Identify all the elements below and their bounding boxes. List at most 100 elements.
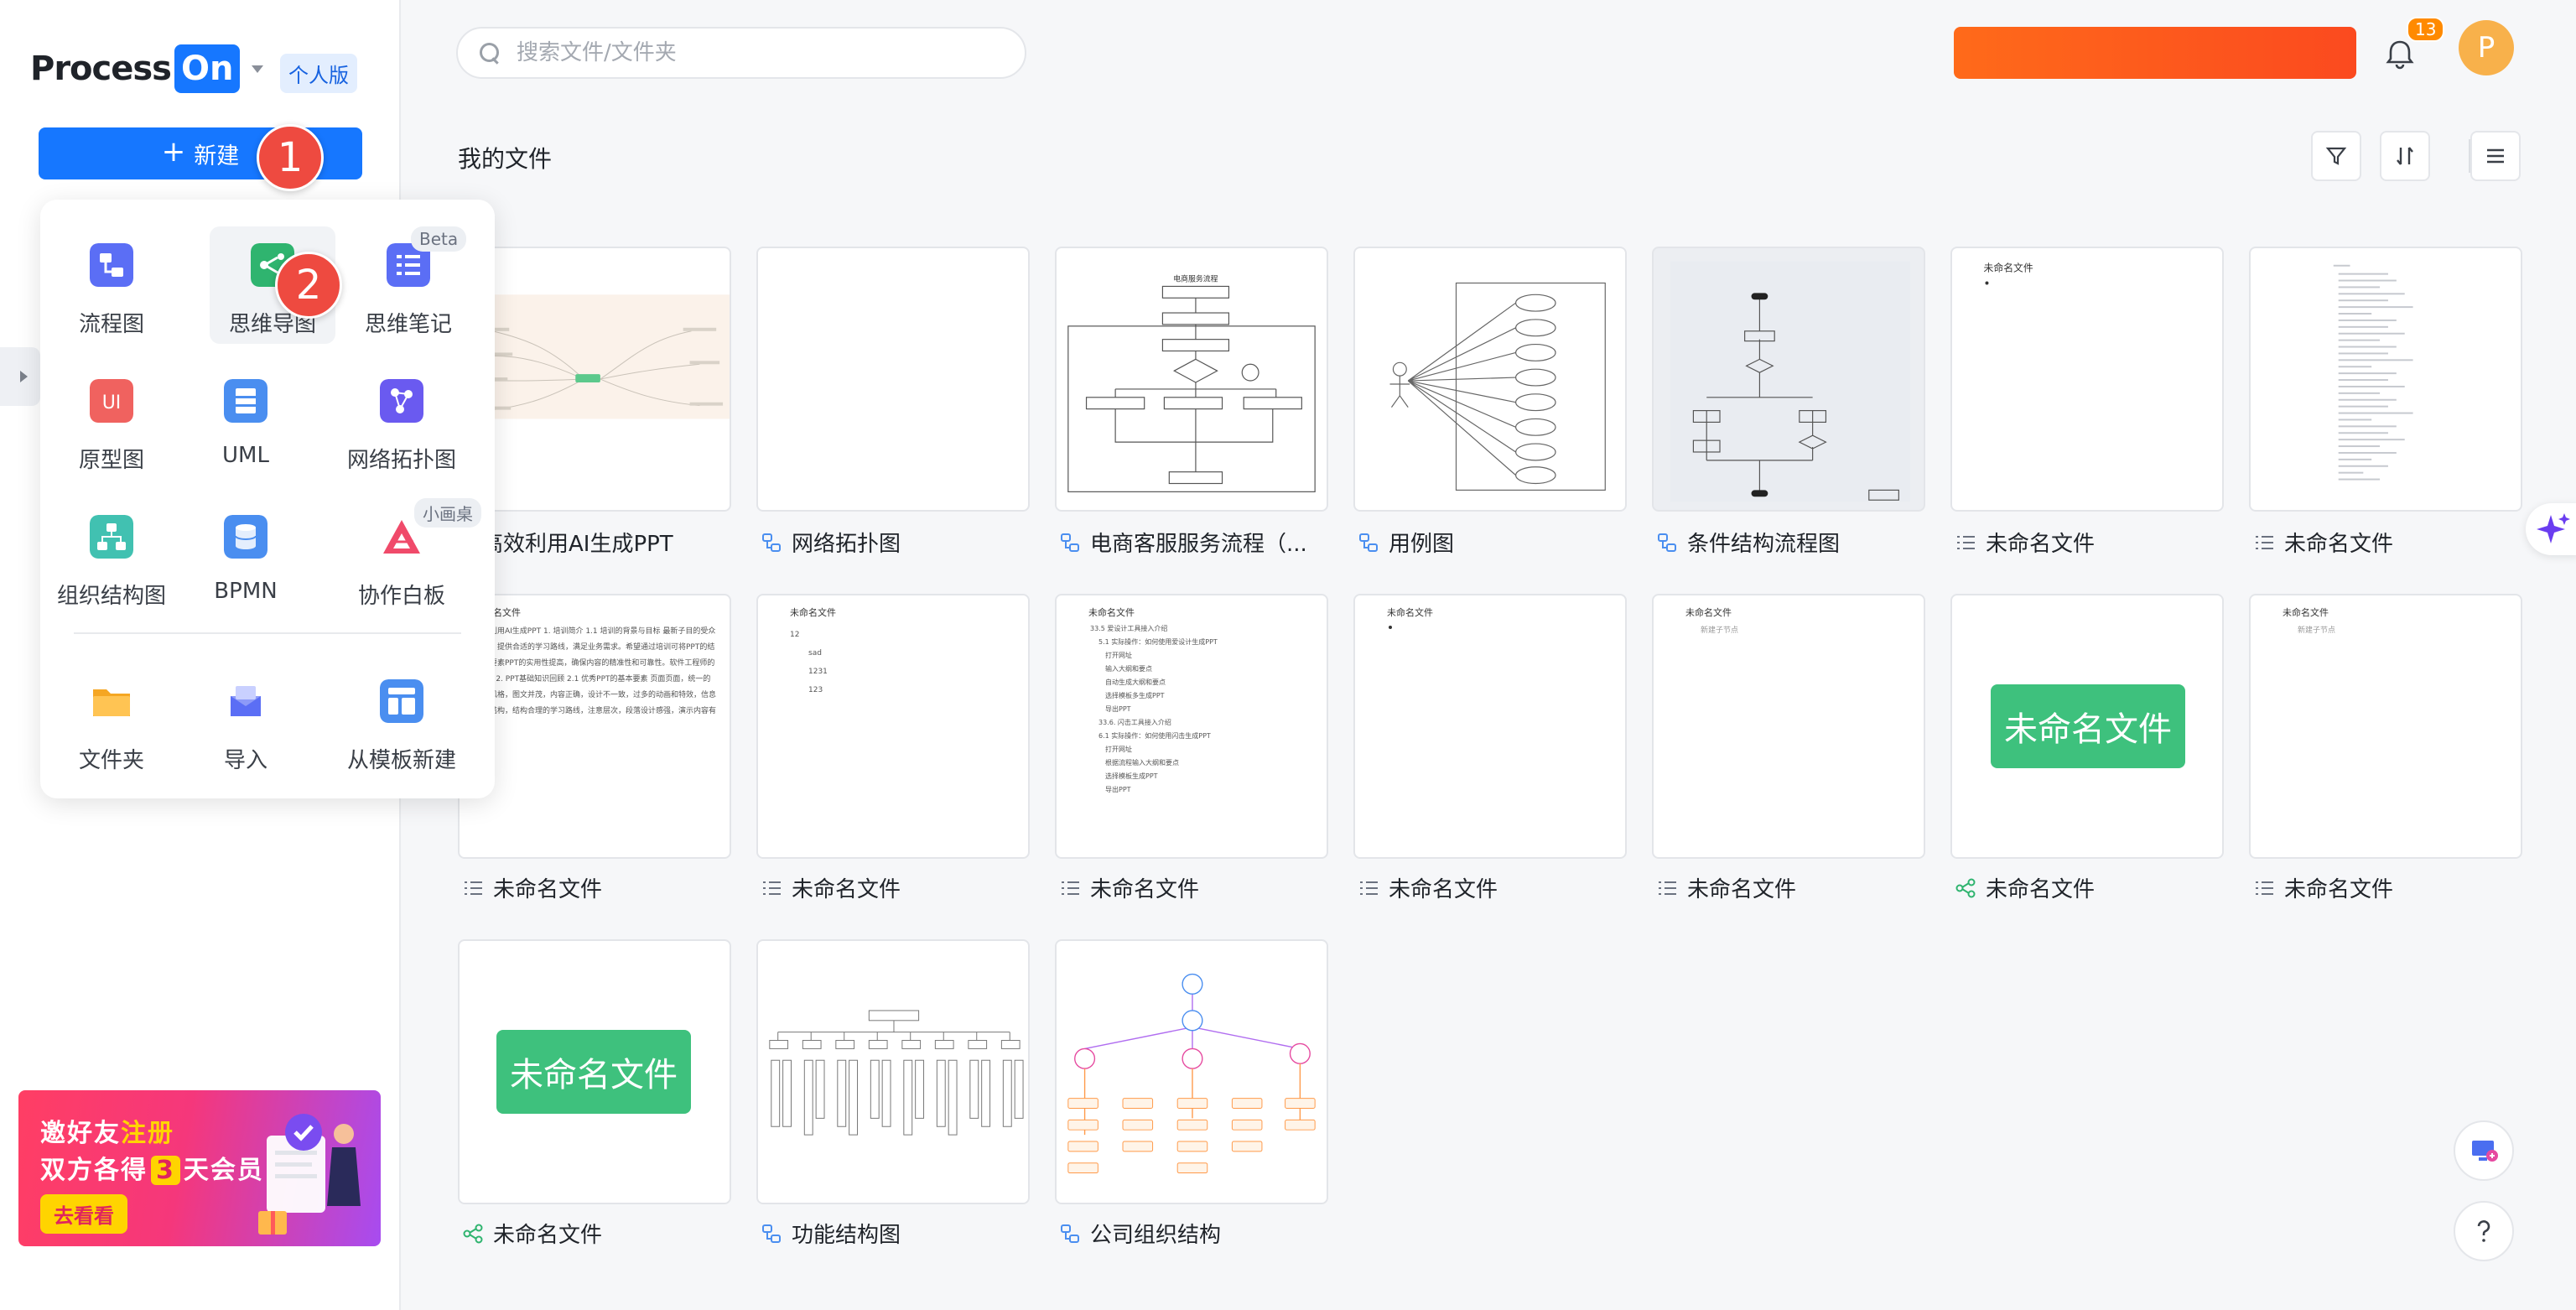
file-name[interactable]: 未命名文件: [1954, 872, 2095, 903]
plan-badge[interactable]: 个人版: [280, 54, 357, 93]
create-flowchart-item[interactable]: 流程图: [49, 226, 174, 344]
file-name[interactable]: 公司组织结构: [1058, 1218, 1221, 1249]
file-title: 未命名文件: [1687, 877, 1797, 902]
file-name[interactable]: 未命名文件: [760, 872, 901, 903]
file-name[interactable]: 功能结构图: [760, 1218, 901, 1249]
file-card-17[interactable]: [1055, 939, 1328, 1204]
create-bpmn-label: BPMN: [214, 579, 278, 604]
file-card-6[interactable]: 未命名文件: [1950, 247, 2224, 512]
file-name[interactable]: 用例图: [1357, 527, 1454, 558]
file-name[interactable]: 条件结构流程图: [1655, 527, 1840, 558]
file-name[interactable]: 未命名文件: [461, 1218, 602, 1249]
file-name[interactable]: 未命名文件: [1954, 527, 2095, 558]
file-name[interactable]: 未命名文件: [1058, 872, 1199, 903]
file-card-13[interactable]: 未命名文件: [1950, 594, 2224, 859]
help-button[interactable]: [2454, 1201, 2514, 1261]
note-file-icon: [1957, 535, 1975, 549]
flow-preview-title: 电商服务流程: [1173, 274, 1218, 284]
client-download-button[interactable]: [2454, 1120, 2514, 1181]
filter-icon: [2325, 147, 2347, 165]
promo-line-1-highlight: 注册: [121, 1119, 174, 1148]
file-card-5[interactable]: [1652, 247, 1925, 512]
file-name[interactable]: 高效利用AI生成PPT: [481, 527, 673, 558]
org-chart-icon: [90, 515, 133, 559]
file-card-3[interactable]: 电商服务流程: [1055, 247, 1328, 512]
bullet-dot: [1389, 626, 1392, 629]
mindmap-file-icon: [1955, 878, 1976, 897]
create-prototype-item[interactable]: UI 原型图: [49, 362, 174, 480]
note-preview-item: 1231: [808, 668, 828, 676]
note-preview-item: 选择模板生成PPT: [1105, 772, 1158, 780]
create-from-template-item[interactable]: 从模板新建: [339, 663, 465, 780]
note-file-icon: [2256, 535, 2273, 549]
create-folder-label: 文件夹: [78, 748, 144, 773]
file-card-11[interactable]: 未命名文件: [1353, 594, 1627, 859]
collapse-toggle[interactable]: [0, 347, 40, 406]
note-file-icon: [2256, 881, 2273, 895]
note-preview-list: 12 sad 1231 123: [790, 626, 828, 699]
note-preview-item: 自动生成大纲和要点: [1105, 678, 1166, 686]
processon-logo[interactable]: Process On: [30, 42, 264, 96]
file-name[interactable]: 未命名文件: [461, 872, 602, 903]
ai-assistant-button[interactable]: [2526, 503, 2576, 555]
file-title: 未命名文件: [2284, 877, 2394, 902]
filter-button[interactable]: [2311, 131, 2361, 181]
file-card-14[interactable]: 未命名文件 新建子节点: [2249, 594, 2522, 859]
view-toggle-button[interactable]: [2470, 131, 2521, 181]
file-card-9[interactable]: 未命名文件 12 sad 1231 123: [756, 594, 1030, 859]
mindmap-root-node-preview: 未命名文件: [496, 1030, 691, 1114]
file-card-8[interactable]: 未命名文件 高效利用AI生成PPT 1. 培训简介 1.1 培训的背景与目标 最…: [458, 594, 731, 859]
create-bpmn-item[interactable]: BPMN: [183, 498, 309, 616]
import-item[interactable]: 导入: [183, 663, 309, 780]
promo-line-1: 邀好友注册: [40, 1112, 174, 1149]
org-chart-preview-thumbnail: [1067, 973, 1316, 1174]
create-folder-item[interactable]: 文件夹: [49, 663, 174, 780]
mindmap-preview-thumbnail: [460, 294, 730, 419]
create-org-chart-item[interactable]: 组织结构图: [49, 498, 174, 616]
file-title: 未命名文件: [493, 877, 603, 902]
note-preview-title: 未命名文件: [1088, 607, 1135, 618]
dense-note-preview-thumbnail: [2333, 264, 2413, 481]
structure-chart-preview-thumbnail: [769, 1010, 1024, 1136]
file-name[interactable]: 未命名文件: [1655, 872, 1796, 903]
avatar[interactable]: P: [2459, 20, 2514, 75]
note-preview-item: 根据流程输入大纲和要点: [1105, 759, 1179, 767]
promo-cta-button[interactable]: 去看看: [40, 1194, 127, 1234]
note-preview-item: 123: [808, 686, 823, 694]
create-network-item[interactable]: 网络拓扑图: [339, 362, 465, 480]
file-card-12[interactable]: 未命名文件 新建子节点: [1652, 594, 1925, 859]
file-card-10[interactable]: 未命名文件 33.5 爱设计工具接入介绍 5.1 实际操作：如何使用爱设计生成P…: [1055, 594, 1328, 859]
logo-on-text: On: [174, 44, 241, 93]
file-card-16[interactable]: [756, 939, 1030, 1204]
file-name[interactable]: 未命名文件: [2252, 527, 2393, 558]
invite-promo-banner[interactable]: 邀好友注册 双方各得 3 天会员 去看看: [18, 1090, 381, 1246]
note-preview-item: 33.5 爱设计工具接入介绍: [1090, 625, 1168, 632]
flowchart-file-icon: [1061, 1224, 1079, 1243]
mindmap-file-icon: [463, 1224, 483, 1243]
upgrade-banner-button[interactable]: [1954, 27, 2356, 79]
search-box[interactable]: [456, 27, 1026, 79]
file-card-2[interactable]: [756, 247, 1030, 512]
note-preview-item: 选择模板多生成PPT: [1105, 692, 1165, 699]
file-card-1[interactable]: [458, 247, 731, 512]
create-menu-popover: 流程图 思维导图 思维笔记 Beta UI 原型图 UML 网络拓扑图 组织结构…: [40, 200, 495, 798]
flowchart-preview-thumbnail: 电商服务流程: [1067, 274, 1316, 492]
template-icon: [380, 679, 423, 723]
file-card-4[interactable]: [1353, 247, 1627, 512]
file-card-15[interactable]: 未命名文件: [458, 939, 731, 1204]
sort-button[interactable]: [2380, 131, 2430, 181]
search-input[interactable]: [517, 40, 986, 65]
create-uml-item[interactable]: UML: [183, 362, 309, 480]
caret-down-icon[interactable]: [252, 65, 264, 73]
note-preview-list: 33.5 爱设计工具接入介绍 5.1 实际操作：如何使用爱设计生成PPT 打开网…: [1090, 622, 1218, 797]
file-title: 未命名文件: [1389, 877, 1498, 902]
note-preview-item: sad: [808, 649, 822, 658]
file-name[interactable]: 未命名文件: [1357, 872, 1498, 903]
step-marker-2: 2: [275, 252, 342, 319]
file-name[interactable]: 电商客服服务流程（...: [1058, 527, 1307, 558]
notification-bell-icon[interactable]: [2383, 37, 2417, 70]
file-name[interactable]: 未命名文件: [2252, 872, 2393, 903]
file-name[interactable]: 网络拓扑图: [760, 527, 901, 558]
file-card-7[interactable]: [2249, 247, 2522, 512]
create-org-chart-label: 组织结构图: [56, 584, 166, 609]
